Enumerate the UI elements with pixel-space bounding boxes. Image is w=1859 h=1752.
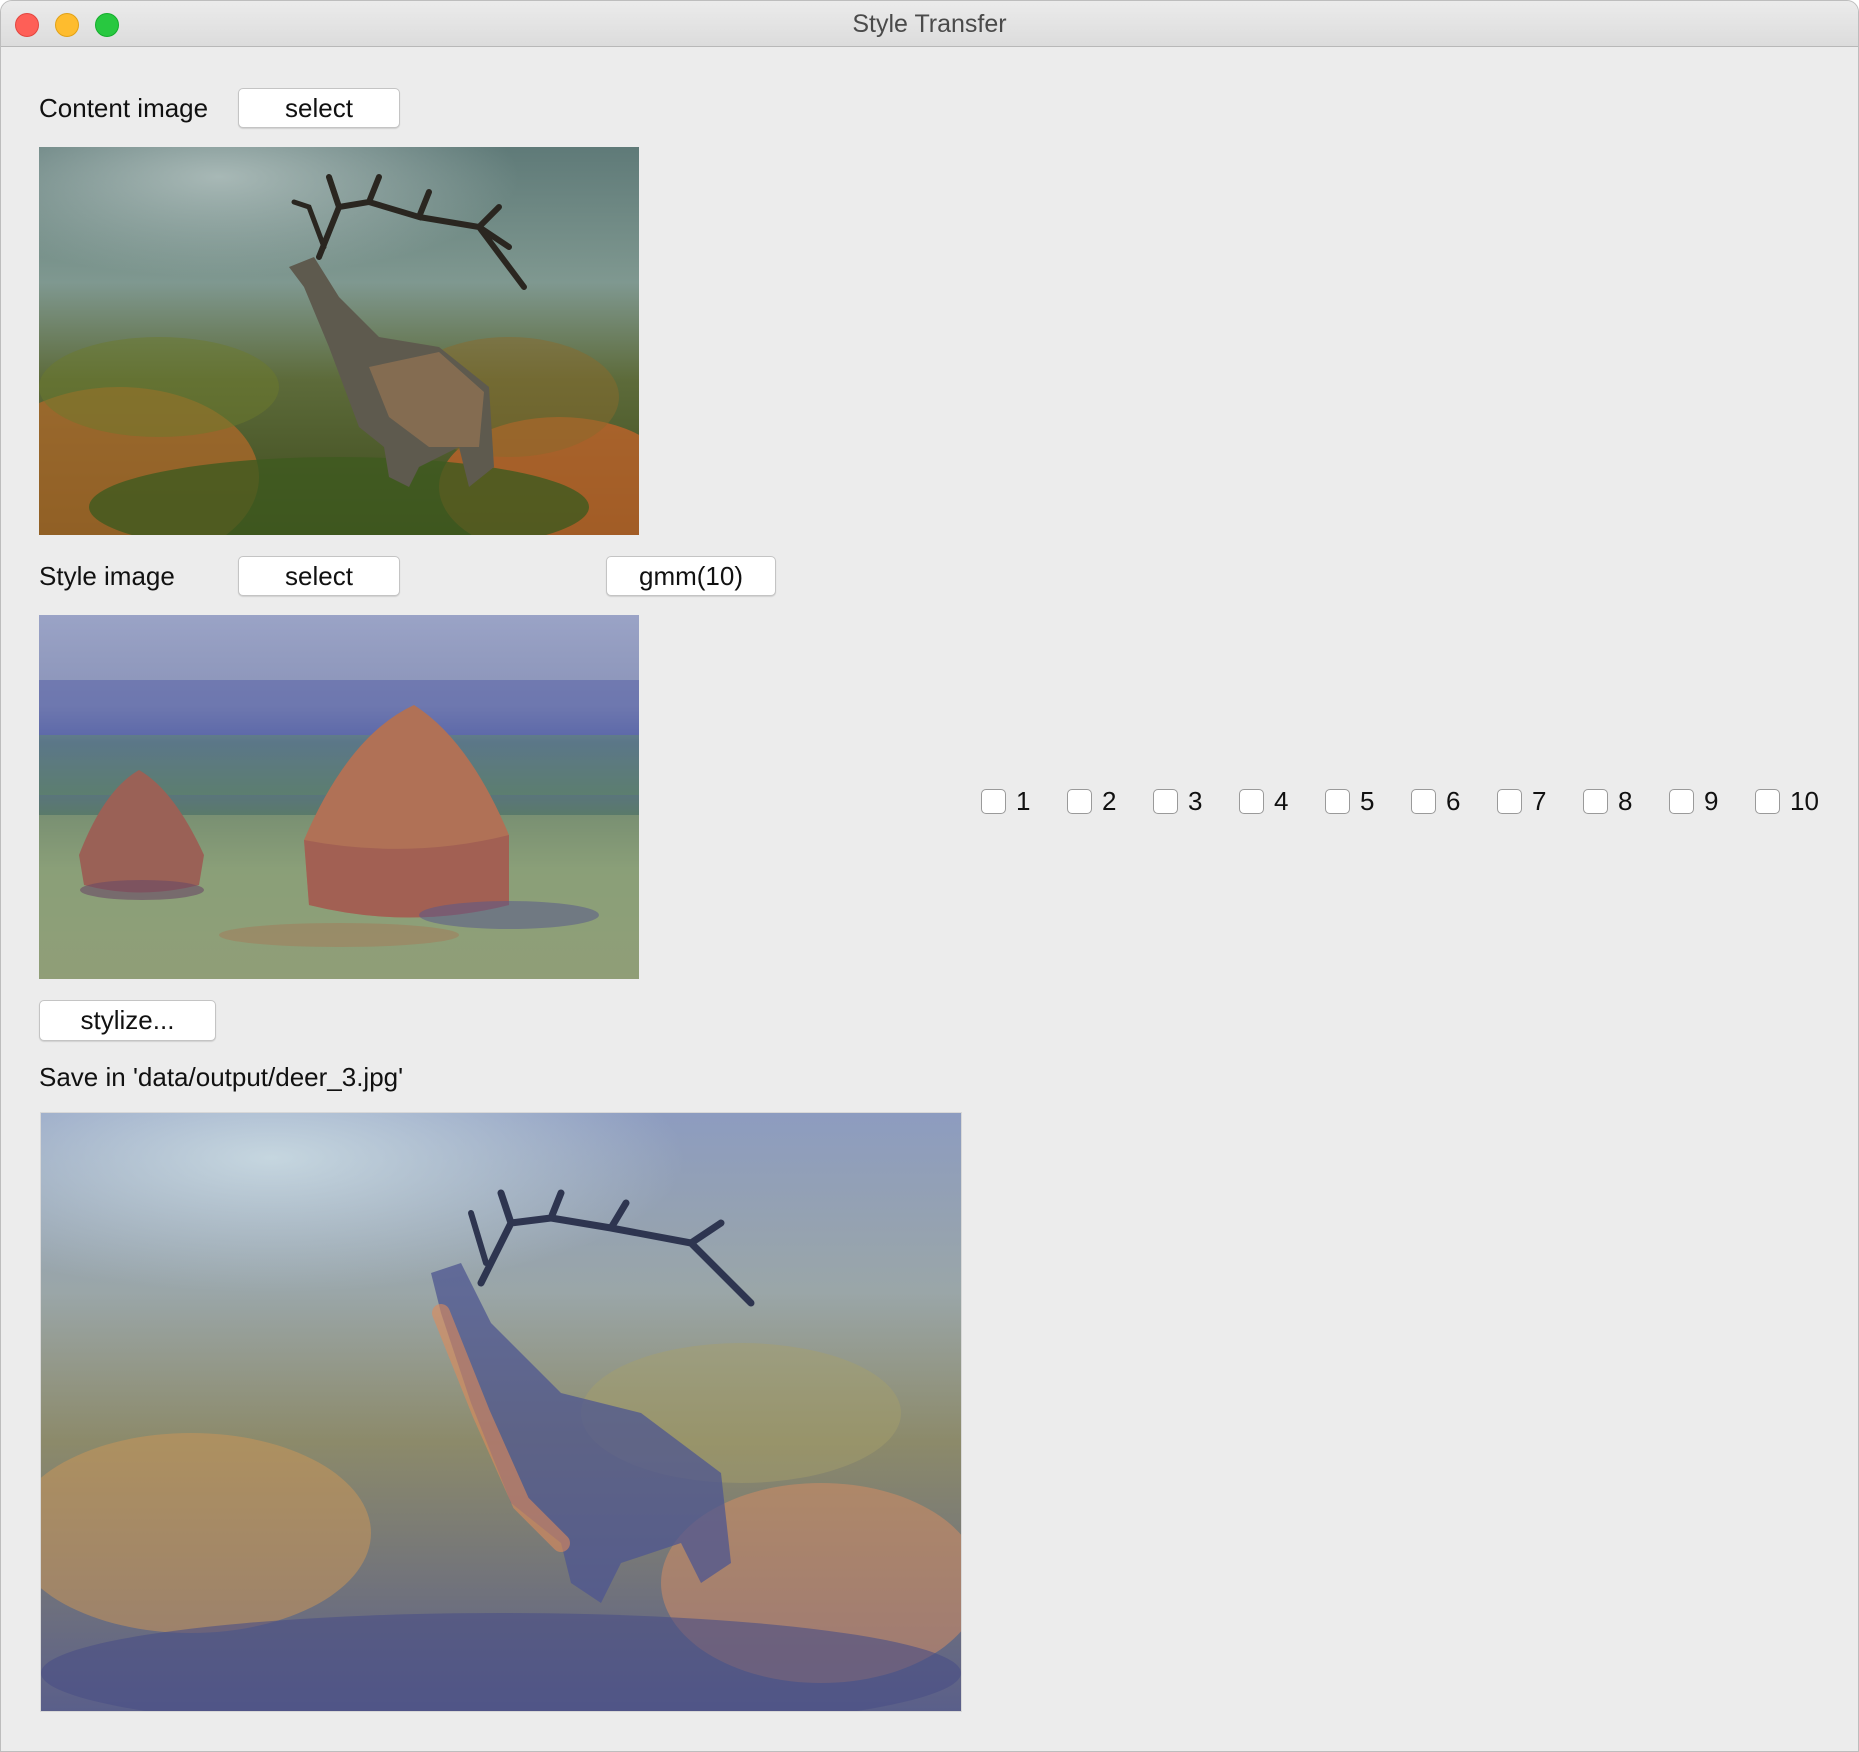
- checkbox-label: 1: [1016, 786, 1031, 816]
- checkbox-label: 7: [1532, 786, 1547, 816]
- checkbox-label: 3: [1188, 786, 1203, 816]
- checkbox-label: 9: [1704, 786, 1719, 816]
- save-status-text: Save in 'data/output/deer_3.jpg': [39, 1062, 404, 1092]
- style-image-graphic: [39, 615, 639, 979]
- checkbox-label: 8: [1618, 786, 1633, 816]
- checkbox-10[interactable]: 10: [1755, 786, 1819, 817]
- checkbox-label: 4: [1274, 786, 1289, 816]
- checkbox-3[interactable]: 3: [1153, 786, 1202, 817]
- checkbox-box[interactable]: [1669, 789, 1694, 814]
- checkbox-2[interactable]: 2: [1067, 786, 1116, 817]
- select-style-button[interactable]: select: [238, 556, 400, 596]
- checkbox-9[interactable]: 9: [1669, 786, 1718, 817]
- checkbox-7[interactable]: 7: [1497, 786, 1546, 817]
- checkbox-box[interactable]: [1755, 789, 1780, 814]
- checkbox-box[interactable]: [1497, 789, 1522, 814]
- select-content-button[interactable]: select: [238, 88, 400, 128]
- checkbox-box[interactable]: [1239, 789, 1264, 814]
- checkbox-1[interactable]: 1: [981, 786, 1030, 817]
- content-image-graphic: [39, 147, 639, 535]
- content-image: [39, 147, 639, 535]
- model-gmm-button[interactable]: gmm(10): [606, 556, 776, 596]
- content-image-label: Content image: [39, 93, 209, 123]
- checkbox-box[interactable]: [1411, 789, 1436, 814]
- checkbox-label: 5: [1360, 786, 1375, 816]
- checkbox-5[interactable]: 5: [1325, 786, 1374, 817]
- checkbox-6[interactable]: 6: [1411, 786, 1460, 817]
- output-image-graphic: [41, 1113, 961, 1711]
- checkbox-label: 2: [1102, 786, 1117, 816]
- style-image-label: Style image: [39, 561, 175, 591]
- checkbox-box[interactable]: [1153, 789, 1178, 814]
- output-image: [40, 1112, 962, 1712]
- window-title: Style Transfer: [852, 10, 1007, 38]
- stylize-button[interactable]: stylize...: [39, 1000, 216, 1041]
- checkbox-8[interactable]: 8: [1583, 786, 1632, 817]
- checkbox-box[interactable]: [1583, 789, 1608, 814]
- style-image: [39, 615, 639, 979]
- checkbox-label: 10: [1790, 786, 1819, 816]
- title-bar[interactable]: Style Transfer: [1, 1, 1858, 47]
- checkbox-box[interactable]: [1067, 789, 1092, 814]
- checkbox-label: 6: [1446, 786, 1461, 816]
- checkbox-box[interactable]: [1325, 789, 1350, 814]
- checkbox-box[interactable]: [981, 789, 1006, 814]
- checkbox-4[interactable]: 4: [1239, 786, 1288, 817]
- app-window: Style Transfer Content image select Styl…: [0, 0, 1859, 1752]
